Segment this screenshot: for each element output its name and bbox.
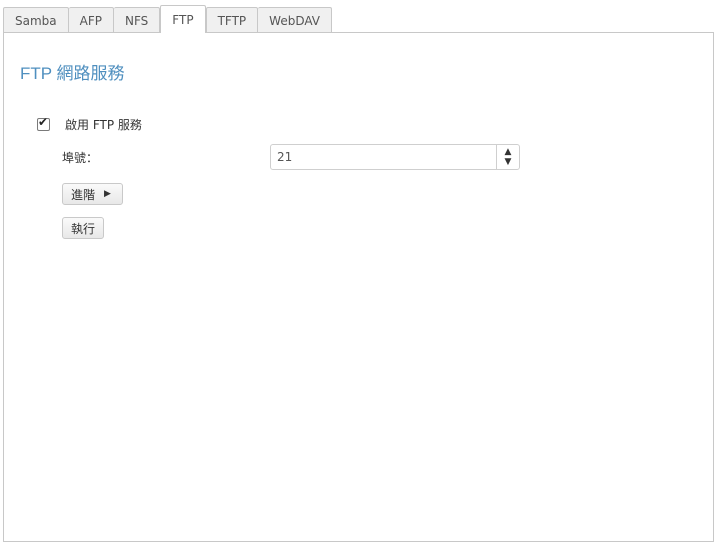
tab-ftp[interactable]: FTP <box>160 5 206 33</box>
apply-label: 執行 <box>71 221 96 236</box>
port-spinner: ▲ ▼ <box>496 145 519 169</box>
tab-tftp[interactable]: TFTP <box>205 7 259 33</box>
service-tabs: Samba AFP NFS FTP TFTP WebDAV <box>3 5 332 33</box>
tab-afp[interactable]: AFP <box>68 7 114 33</box>
enable-ftp-row: ✔ 啟用 FTP 服務 <box>37 115 142 133</box>
port-input[interactable]: 21 ▲ ▼ <box>270 144 520 170</box>
page-title: FTP 網路服務 <box>20 64 125 83</box>
ftp-panel: FTP 網路服務 ✔ 啟用 FTP 服務 埠號： 21 ▲ ▼ 進階 ▶ 執行 <box>3 32 714 542</box>
tab-samba[interactable]: Samba <box>3 7 69 33</box>
advanced-button[interactable]: 進階 ▶ <box>62 183 123 205</box>
advanced-label: 進階 <box>71 187 96 202</box>
enable-ftp-label: 啟用 FTP 服務 <box>65 118 142 132</box>
checkmark-icon: ✔ <box>38 115 49 129</box>
tab-nfs[interactable]: NFS <box>114 7 161 33</box>
port-label: 埠號： <box>62 151 99 165</box>
enable-ftp-checkbox[interactable]: ✔ <box>37 115 50 131</box>
tab-webdav[interactable]: WebDAV <box>258 7 332 33</box>
caret-right-icon: ▶ <box>104 189 111 199</box>
spin-down-icon[interactable]: ▼ <box>505 157 512 167</box>
port-value[interactable]: 21 <box>271 150 496 164</box>
apply-button[interactable]: 執行 <box>62 217 104 239</box>
spin-up-icon[interactable]: ▲ <box>505 147 512 157</box>
